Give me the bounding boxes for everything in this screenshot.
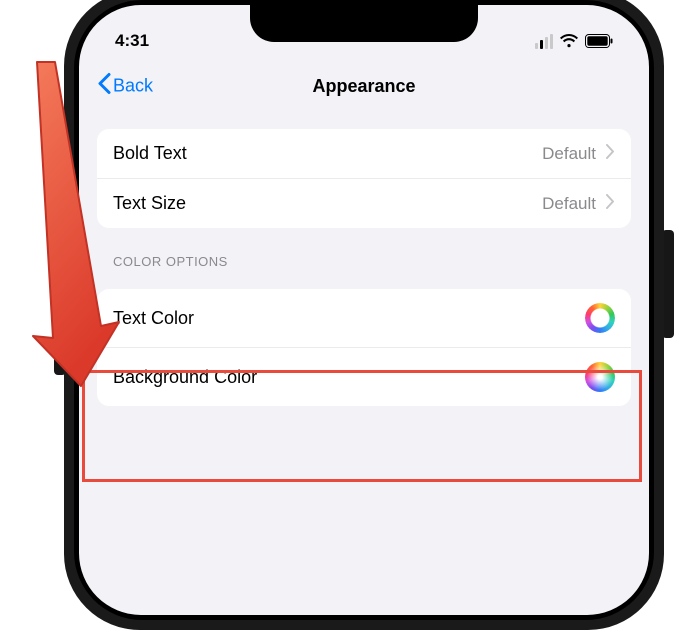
row-text-color[interactable]: Text Color [97,289,631,347]
chevron-right-icon [606,194,615,214]
page-title: Appearance [312,76,415,97]
back-label: Back [113,76,153,97]
cellular-signal-icon [535,34,553,49]
row-value: Default [542,194,596,214]
battery-icon [585,34,613,48]
row-label: Text Color [113,308,194,329]
text-settings-group: Bold Text Default Text Size Default [97,129,631,228]
phone-frame: 4:31 [64,0,664,630]
color-ring-icon [585,303,615,333]
status-indicators [535,34,613,49]
row-label: Text Size [113,193,186,214]
nav-header: Back Appearance [79,63,649,109]
color-options-group: Text Color Background Color [97,289,631,406]
color-wheel-icon [585,362,615,392]
row-label: Bold Text [113,143,187,164]
row-label: Background Color [113,367,257,388]
chevron-left-icon [97,73,111,100]
phone-screen: 4:31 [79,5,649,615]
row-bold-text[interactable]: Bold Text Default [97,129,631,178]
phone-notch [250,0,478,42]
status-time: 4:31 [115,31,149,51]
row-background-color[interactable]: Background Color [97,347,631,406]
row-text-size[interactable]: Text Size Default [97,178,631,228]
row-value: Default [542,144,596,164]
back-button[interactable]: Back [97,73,153,100]
wifi-icon [559,34,579,49]
chevron-right-icon [606,144,615,164]
section-header-color-options: COLOR OPTIONS [113,254,631,269]
